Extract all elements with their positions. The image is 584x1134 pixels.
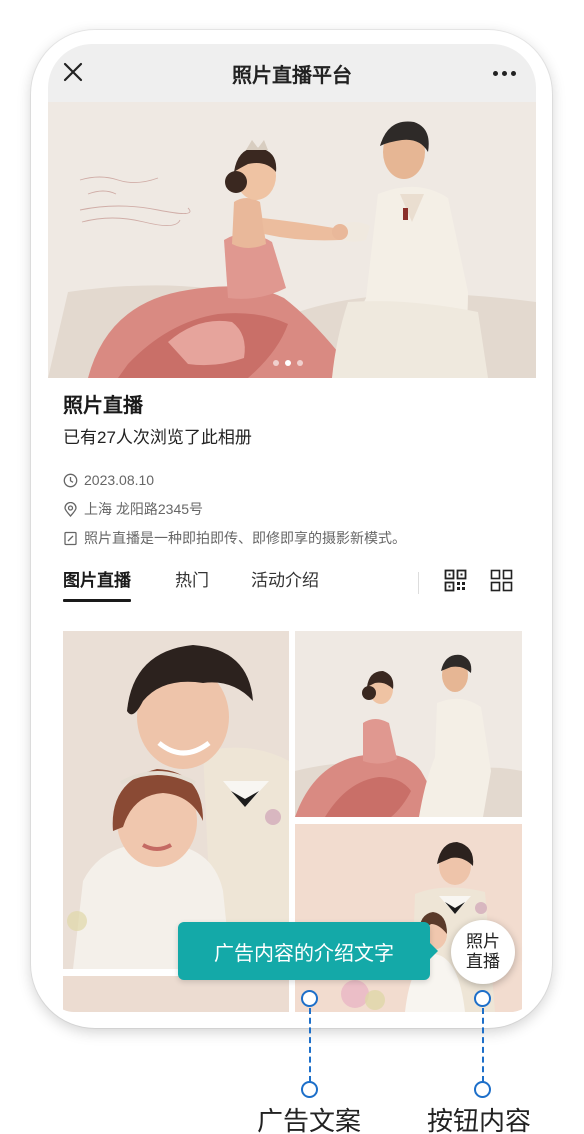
carousel-dot-active[interactable] xyxy=(285,360,291,366)
annotation-anchor xyxy=(474,990,491,1007)
wedding-photo xyxy=(48,102,536,378)
album-views: 已有27人次浏览了此相册 xyxy=(63,428,252,447)
gallery-photo[interactable] xyxy=(295,631,522,817)
album-title: 照片直播 xyxy=(63,395,143,417)
annotation-anchor xyxy=(301,990,318,1007)
gallery-photo[interactable] xyxy=(63,631,289,969)
phone-screen: 照片直播平台 照片直播 已有27人次浏览了此相册 2023.08.10 上海 龙… xyxy=(48,44,536,1012)
annotation-line xyxy=(309,1008,311,1082)
tab-live-photos[interactable]: 图片直播 xyxy=(63,570,131,602)
carousel-dot[interactable] xyxy=(273,360,279,366)
annotation-ad-copy: 广告文案 xyxy=(257,1106,362,1134)
album-date: 2023.08.10 xyxy=(84,472,155,488)
group-photo xyxy=(295,824,522,1012)
album-description: 照片直播是一种即拍即传、即修即享的摄影新模式。 xyxy=(84,530,406,546)
grid-view-icon[interactable] xyxy=(490,569,513,592)
location-icon xyxy=(64,501,77,517)
ad-banner[interactable]: 广告内容的介绍文字 xyxy=(178,922,430,980)
edit-note-icon xyxy=(64,531,77,545)
couple-photo xyxy=(63,631,289,969)
address-row: 上海 龙阳路2345号 xyxy=(63,499,523,519)
wedding-photo xyxy=(295,631,522,817)
nav-bar: 照片直播平台 xyxy=(48,44,536,102)
more-icon[interactable] xyxy=(493,71,516,76)
qr-code-icon[interactable] xyxy=(444,569,467,592)
hero-banner[interactable] xyxy=(48,102,536,378)
gallery-photo[interactable] xyxy=(295,824,522,1012)
date-row: 2023.08.10 xyxy=(63,470,523,490)
close-icon[interactable] xyxy=(62,61,84,83)
annotation-anchor xyxy=(301,1081,318,1098)
album-address: 上海 龙阳路2345号 xyxy=(84,501,204,517)
carousel-dot[interactable] xyxy=(297,360,303,366)
live-photo-button[interactable]: 照片 直播 xyxy=(451,920,515,984)
tab-divider xyxy=(418,572,419,594)
carousel-dots xyxy=(273,360,303,366)
description-row: 照片直播是一种即拍即传、即修即享的摄影新模式。 xyxy=(63,528,523,548)
annotation-anchor xyxy=(474,1081,491,1098)
album-info: 照片直播 已有27人次浏览了此相册 2023.08.10 上海 龙阳路2345号… xyxy=(63,392,523,548)
clock-icon xyxy=(63,473,78,487)
tab-popular[interactable]: 热门 xyxy=(175,570,209,596)
annotation-button-content: 按钮内容 xyxy=(427,1106,532,1134)
live-photo-button-line2: 直播 xyxy=(466,952,500,971)
tab-event-intro[interactable]: 活动介绍 xyxy=(251,570,319,596)
nav-title: 照片直播平台 xyxy=(232,64,352,87)
tab-bar: 图片直播 热门 活动介绍 xyxy=(63,564,523,602)
ad-banner-pointer xyxy=(430,943,438,959)
live-photo-button-line1: 照片 xyxy=(466,932,500,951)
annotation-line xyxy=(482,1008,484,1082)
gallery-photo[interactable] xyxy=(63,976,289,1012)
